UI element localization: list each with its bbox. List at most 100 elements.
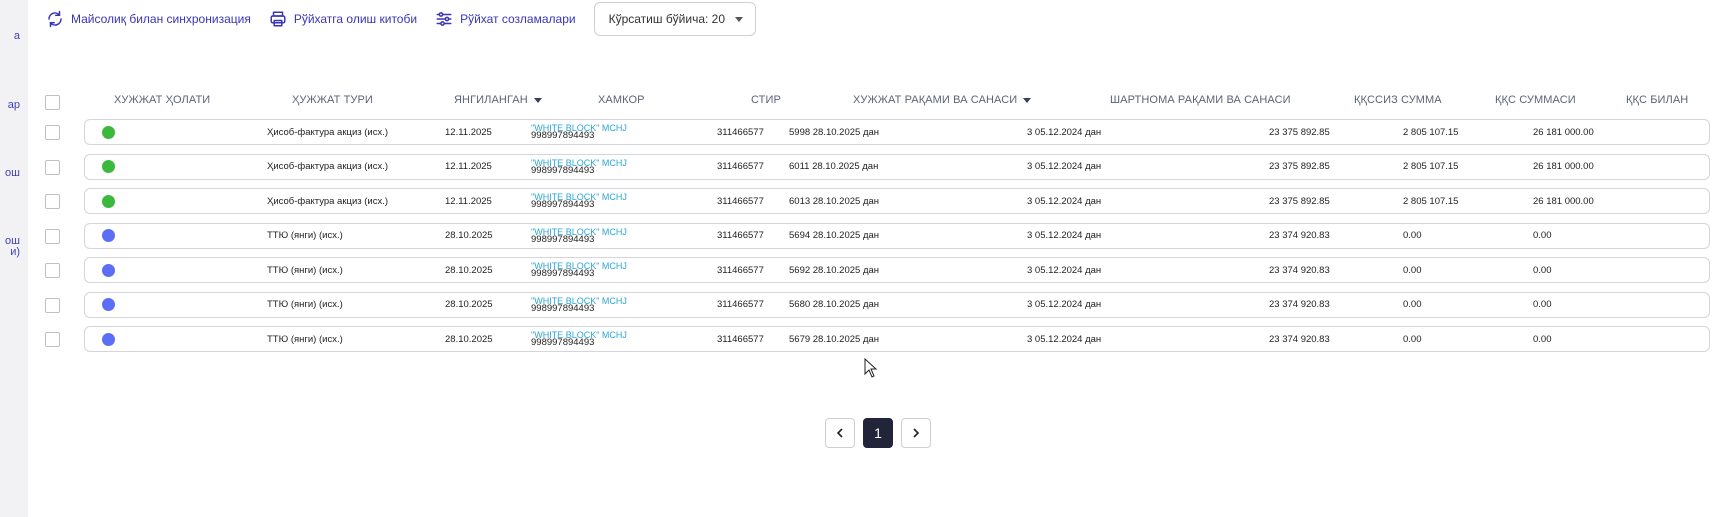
select-all-checkbox[interactable] xyxy=(45,95,60,110)
table-row[interactable]: ТТЮ (янги) (исх.) 28.10.2025 311466577 5692… xyxy=(84,257,1710,283)
page-button-current[interactable]: 1 xyxy=(863,418,893,448)
cell-sum: 23 374 920.83 xyxy=(1269,230,1330,241)
cell-sum: 23 375 892.85 xyxy=(1269,126,1330,138)
cell-inn: 311466577 xyxy=(717,195,764,207)
cell-type: Ҳисоб-фактура акциз (исх.) xyxy=(267,195,389,207)
sidebar-fragment[interactable]: и) xyxy=(10,246,20,258)
print-register-button[interactable]: Рўйхатга олиш китоби xyxy=(269,10,417,28)
cell-partner: "WHITE BLOCK" MCHJ 998997894493 xyxy=(531,258,627,282)
cell-updated: 28.10.2025 xyxy=(445,264,493,276)
cell-partner: "WHITE BLOCK" MCHJ 998997894493 xyxy=(531,327,627,351)
chevron-down-icon xyxy=(735,16,744,22)
header-inn[interactable]: СТИР xyxy=(751,94,781,106)
sidebar-fragment[interactable]: ош xyxy=(5,167,20,179)
table-row[interactable]: ТТЮ (янги) (исх.) 28.10.2025 311466577 5680… xyxy=(84,291,1710,318)
sidebar-fragment[interactable]: а xyxy=(14,30,20,42)
header-updated[interactable]: ЯНГИЛАНГАН xyxy=(454,94,542,106)
list-settings-label: Рўйхат созламалари xyxy=(460,12,576,26)
cell-inn: 311466577 xyxy=(717,161,764,172)
header-type[interactable]: ҲУЖЖАТ ТУРИ xyxy=(292,94,373,106)
sync-button-label: Майсолиқ билан синхронизация xyxy=(71,12,251,26)
table-row[interactable]: ТТЮ (янги) (исх.) 28.10.2025 311466577 5679… xyxy=(84,326,1710,352)
header-sum[interactable]: ҚҚССИЗ СУММА xyxy=(1354,94,1442,106)
cell-type: Ҳисоб-фактура акциз (исх.) xyxy=(267,161,389,172)
header-updated-label: ЯНГИЛАНГАН xyxy=(454,94,528,106)
cell-contract: 3 05.12.2024 дан xyxy=(1027,333,1102,345)
cell-total: 26 181 000.00 xyxy=(1533,161,1594,172)
cell-status xyxy=(102,155,115,179)
cell-sum: 23 374 920.83 xyxy=(1269,264,1330,276)
print-register-label: Рўйхатга олиш китоби xyxy=(293,12,418,26)
table-row[interactable]: Ҳисоб-фактура акциз (исх.) 12.11.2025 3114… xyxy=(84,188,1710,214)
cell-updated: 28.10.2025 xyxy=(445,230,493,241)
cell-doc-number: 6013 28.10.2025 дан xyxy=(789,195,880,207)
header-partner[interactable]: ХАМКОР xyxy=(598,94,645,106)
cell-sum: 23 375 892.85 xyxy=(1269,195,1330,207)
prev-page-button[interactable] xyxy=(825,418,855,448)
status-dot-icon xyxy=(102,125,115,139)
header-status[interactable]: ХУЖЖАТ ҲОЛАТИ xyxy=(114,94,210,106)
cell-total: 0.00 xyxy=(1533,230,1552,241)
cell-contract: 3 05.12.2024 дан xyxy=(1027,161,1102,172)
list-settings-button[interactable]: Рўйхат созламалари xyxy=(435,10,576,28)
header-doc-number[interactable]: ХУЖЖАТ РАҚАМИ ВА САНАСИ xyxy=(853,94,1032,106)
cell-partner: "WHITE BLOCK" MCHJ 998997894493 xyxy=(531,189,627,213)
cell-contract: 3 05.12.2024 дан xyxy=(1027,195,1102,207)
mouse-cursor-icon xyxy=(864,358,878,378)
cell-vat: 0.00 xyxy=(1403,264,1422,276)
header-doc-number-label: ХУЖЖАТ РАҚАМИ ВА САНАСИ xyxy=(853,94,1018,106)
sort-desc-icon xyxy=(533,97,542,103)
cell-status xyxy=(102,258,115,282)
sliders-icon xyxy=(436,12,452,26)
row-checkbox[interactable] xyxy=(45,125,60,140)
cell-type: ТТЮ (янги) (исх.) xyxy=(267,264,343,276)
cell-updated: 28.10.2025 xyxy=(445,299,493,310)
row-checkbox[interactable] xyxy=(45,263,60,278)
cell-partner: "WHITE BLOCK" MCHJ 998997894493 xyxy=(531,155,627,179)
sidebar-fragment[interactable]: ар xyxy=(8,99,20,111)
cell-updated: 12.11.2025 xyxy=(445,195,492,207)
status-dot-icon xyxy=(102,160,115,173)
cell-status xyxy=(102,189,115,213)
status-dot-icon xyxy=(102,263,115,277)
row-checkbox[interactable] xyxy=(45,332,60,347)
status-dot-icon xyxy=(102,229,115,242)
cell-inn: 311466577 xyxy=(717,230,764,241)
cell-doc-number: 6011 28.10.2025 дан xyxy=(789,161,879,172)
header-contract[interactable]: ШАРТНОМА РАҚАМИ ВА САНАСИ xyxy=(1110,94,1291,106)
table-row[interactable]: Ҳисоб-фактура акциз (исх.) 12.11.2025 3114… xyxy=(84,153,1710,180)
row-checkbox[interactable] xyxy=(45,159,60,175)
cell-sum: 23 374 920.83 xyxy=(1269,333,1330,345)
table-header: ХУЖЖАТ ҲОЛАТИ ҲУЖЖАТ ТУРИ ЯНГИЛАНГАН ХАМ… xyxy=(28,90,1712,112)
cell-inn: 311466577 xyxy=(717,126,764,138)
cell-total: 26 181 000.00 xyxy=(1533,195,1594,207)
next-page-button[interactable] xyxy=(901,418,931,448)
chevron-right-icon xyxy=(913,428,920,438)
table-row[interactable]: ТТЮ (янги) (исх.) 28.10.2025 311466577 5694… xyxy=(84,222,1710,249)
page-size-value: Кўрсатиш бўйича: 20 xyxy=(608,12,726,26)
cell-partner: "WHITE BLOCK" MCHJ 998997894493 xyxy=(531,120,627,144)
status-dot-icon xyxy=(102,194,115,208)
cell-vat: 2 805 107.15 xyxy=(1403,161,1459,172)
row-checkbox[interactable] xyxy=(45,194,60,209)
status-dot-icon xyxy=(102,298,115,311)
cell-doc-number: 5679 28.10.2025 дан xyxy=(789,333,880,345)
partner-phone: 998997894493 xyxy=(531,130,595,141)
row-checkbox[interactable] xyxy=(45,297,60,313)
partner-phone: 998997894493 xyxy=(531,199,595,210)
sync-button[interactable]: Майсолиқ билан синхронизация xyxy=(46,10,251,28)
partner-phone: 998997894493 xyxy=(531,337,595,348)
cell-partner: "WHITE BLOCK" MCHJ 998997894493 xyxy=(531,224,627,248)
header-vat[interactable]: ҚҚС СУММАСИ xyxy=(1495,94,1576,106)
row-checkbox[interactable] xyxy=(45,228,60,244)
cell-type: Ҳисоб-фактура акциз (исх.) xyxy=(267,126,389,138)
cell-status xyxy=(102,224,115,248)
cell-type: ТТЮ (янги) (исх.) xyxy=(267,299,343,310)
cell-vat: 2 805 107.15 xyxy=(1403,126,1459,138)
cell-type: ТТЮ (янги) (исх.) xyxy=(267,230,343,241)
cell-vat: 2 805 107.15 xyxy=(1403,195,1459,207)
header-total[interactable]: ҚҚС БИЛАН xyxy=(1626,94,1688,106)
page-size-select[interactable]: Кўрсатиш бўйича: 20 xyxy=(593,2,757,36)
table-row[interactable]: Ҳисоб-фактура акциз (исх.) 12.11.2025 3114… xyxy=(84,119,1710,145)
refresh-icon xyxy=(48,10,62,28)
